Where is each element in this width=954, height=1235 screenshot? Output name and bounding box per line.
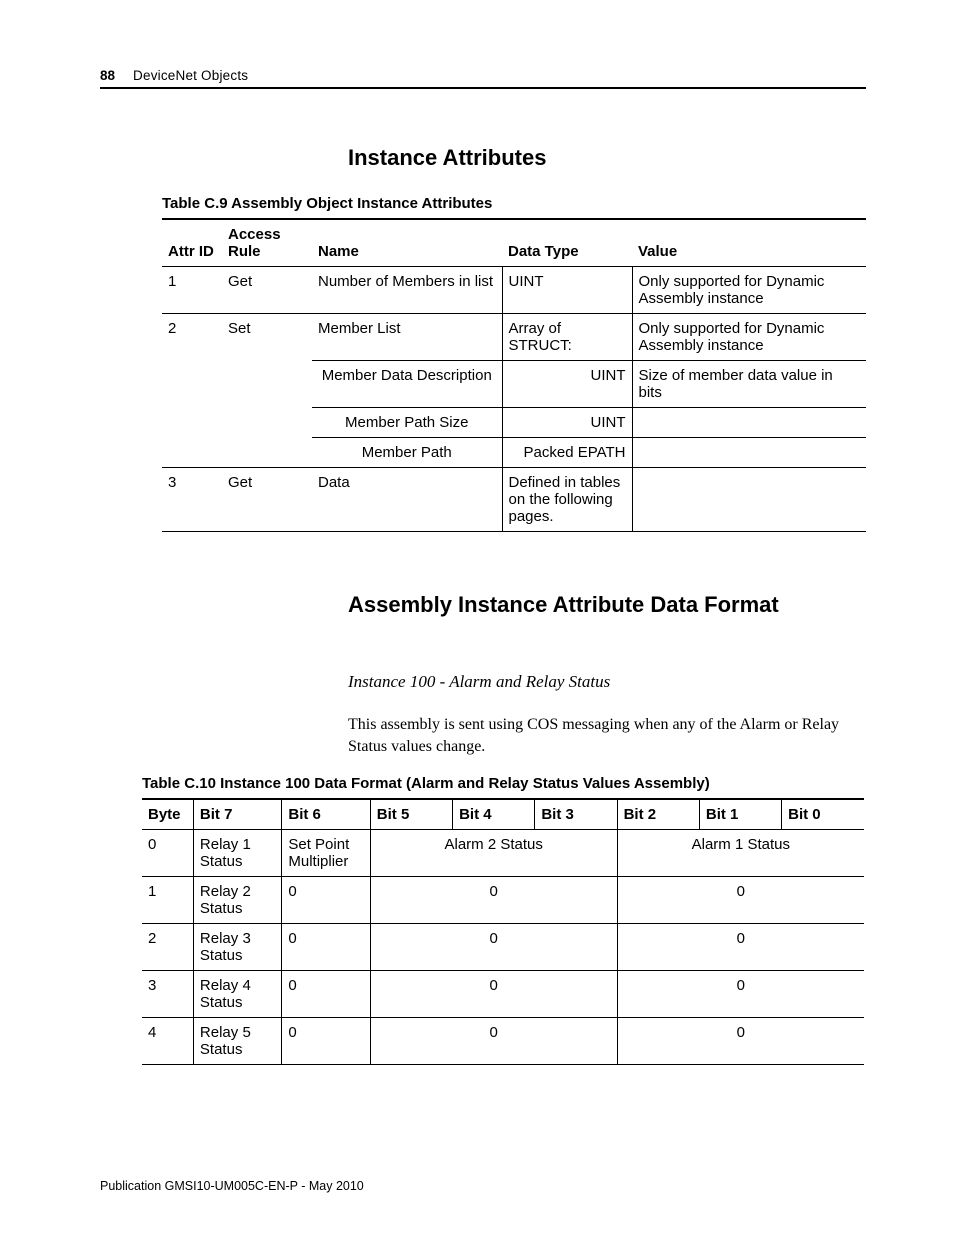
cell-bit7: Relay 5 Status <box>193 1018 281 1065</box>
th-attr-id: Attr ID <box>162 219 222 267</box>
cell-bit6: 0 <box>282 877 370 924</box>
table-c9: Attr ID Access Rule Name Data Type Value… <box>162 218 866 532</box>
section-assembly-format: Assembly Instance Attribute Data Format … <box>348 592 866 757</box>
heading-instance-attributes: Instance Attributes <box>348 145 866 171</box>
heading-assembly-format: Assembly Instance Attribute Data Format <box>348 592 866 618</box>
cell-attr-id: 3 <box>162 468 222 532</box>
th-bit6: Bit 6 <box>282 799 370 830</box>
cell-data-type: Defined in tables on the following pages… <box>502 468 632 532</box>
cell-data-type: Array of STRUCT: <box>502 314 632 361</box>
cell-bit7: Relay 1 Status <box>193 830 281 877</box>
cell-bit7: Relay 2 Status <box>193 877 281 924</box>
cell-group1: 0 <box>370 1018 617 1065</box>
cell-attr-id: 2 <box>162 314 222 468</box>
cell-value: Only supported for Dynamic Assembly inst… <box>632 314 866 361</box>
th-data-type: Data Type <box>502 219 632 267</box>
cell-name: Member Path Size <box>312 408 502 438</box>
table-row: 4 Relay 5 Status 0 0 0 <box>142 1018 864 1065</box>
cell-bit6: 0 <box>282 1018 370 1065</box>
cell-byte: 1 <box>142 877 193 924</box>
cell-bit7: Relay 4 Status <box>193 971 281 1018</box>
cell-group2: 0 <box>617 877 864 924</box>
cell-data-type: UINT <box>502 267 632 314</box>
running-header: 88 DeviceNet Objects <box>100 68 866 83</box>
page: 88 DeviceNet Objects Instance Attributes… <box>0 0 954 1235</box>
cell-alarm2: Alarm 2 Status <box>370 830 617 877</box>
cell-data-type: Packed EPATH <box>502 438 632 468</box>
table-row: 3 Get Data Defined in tables on the foll… <box>162 468 866 532</box>
footer-publication: Publication GMSI10-UM005C-EN-P - May 201… <box>100 1179 364 1193</box>
th-bit7: Bit 7 <box>193 799 281 830</box>
table-row: 2 Set Member List Array of STRUCT: Only … <box>162 314 866 361</box>
cell-bit7: Relay 3 Status <box>193 924 281 971</box>
page-number: 88 <box>100 68 115 83</box>
th-bit1: Bit 1 <box>699 799 781 830</box>
th-value: Value <box>632 219 866 267</box>
cell-group1: 0 <box>370 924 617 971</box>
cell-name: Member Data Description <box>312 361 502 408</box>
th-byte: Byte <box>142 799 193 830</box>
cell-value <box>632 438 866 468</box>
cell-data-type: UINT <box>502 408 632 438</box>
cell-value: Size of member data value in bits <box>632 361 866 408</box>
subheading-instance-100: Instance 100 - Alarm and Relay Status <box>348 672 866 692</box>
cell-group1: 0 <box>370 877 617 924</box>
table-row: 2 Relay 3 Status 0 0 0 <box>142 924 864 971</box>
th-bit2: Bit 2 <box>617 799 699 830</box>
table-row: 1 Get Number of Members in list UINT Onl… <box>162 267 866 314</box>
cell-access-rule: Get <box>222 267 312 314</box>
cell-value: Only supported for Dynamic Assembly inst… <box>632 267 866 314</box>
table-c9-block: Table C.9 Assembly Object Instance Attri… <box>162 195 866 532</box>
cell-group2: 0 <box>617 971 864 1018</box>
cell-data-type: UINT <box>502 361 632 408</box>
cell-name: Data <box>312 468 502 532</box>
cell-bit6: 0 <box>282 971 370 1018</box>
table-row: 1 Relay 2 Status 0 0 0 <box>142 877 864 924</box>
cell-group1: 0 <box>370 971 617 1018</box>
cell-byte: 2 <box>142 924 193 971</box>
cell-name: Member Path <box>312 438 502 468</box>
section-instance-attributes-heading-wrap: Instance Attributes <box>348 145 866 171</box>
th-bit3: Bit 3 <box>535 799 617 830</box>
cell-bit6: 0 <box>282 924 370 971</box>
cell-group2: 0 <box>617 1018 864 1065</box>
th-bit4: Bit 4 <box>453 799 535 830</box>
cell-value <box>632 468 866 532</box>
chapter-title: DeviceNet Objects <box>133 68 248 83</box>
body-text: This assembly is sent using COS messagin… <box>348 714 866 757</box>
table-c10-header-row: Byte Bit 7 Bit 6 Bit 5 Bit 4 Bit 3 Bit 2… <box>142 799 864 830</box>
cell-group2: 0 <box>617 924 864 971</box>
table-c9-header-row: Attr ID Access Rule Name Data Type Value <box>162 219 866 267</box>
cell-byte: 0 <box>142 830 193 877</box>
cell-access-rule: Set <box>222 314 312 468</box>
th-name: Name <box>312 219 502 267</box>
table-c10-caption: Table C.10 Instance 100 Data Format (Ala… <box>142 775 864 792</box>
cell-byte: 4 <box>142 1018 193 1065</box>
cell-access-rule: Get <box>222 468 312 532</box>
cell-bit6: Set Point Multiplier <box>282 830 370 877</box>
th-bit0: Bit 0 <box>782 799 864 830</box>
cell-name: Member List <box>312 314 502 361</box>
cell-byte: 3 <box>142 971 193 1018</box>
cell-name: Number of Members in list <box>312 267 502 314</box>
table-c9-caption: Table C.9 Assembly Object Instance Attri… <box>162 195 866 212</box>
th-access-rule: Access Rule <box>222 219 312 267</box>
table-c10-block: Table C.10 Instance 100 Data Format (Ala… <box>142 775 864 1065</box>
cell-attr-id: 1 <box>162 267 222 314</box>
table-row: 3 Relay 4 Status 0 0 0 <box>142 971 864 1018</box>
cell-value <box>632 408 866 438</box>
th-bit5: Bit 5 <box>370 799 452 830</box>
table-c10: Byte Bit 7 Bit 6 Bit 5 Bit 4 Bit 3 Bit 2… <box>142 798 864 1065</box>
cell-alarm1: Alarm 1 Status <box>617 830 864 877</box>
table-row: 0 Relay 1 Status Set Point Multiplier Al… <box>142 830 864 877</box>
